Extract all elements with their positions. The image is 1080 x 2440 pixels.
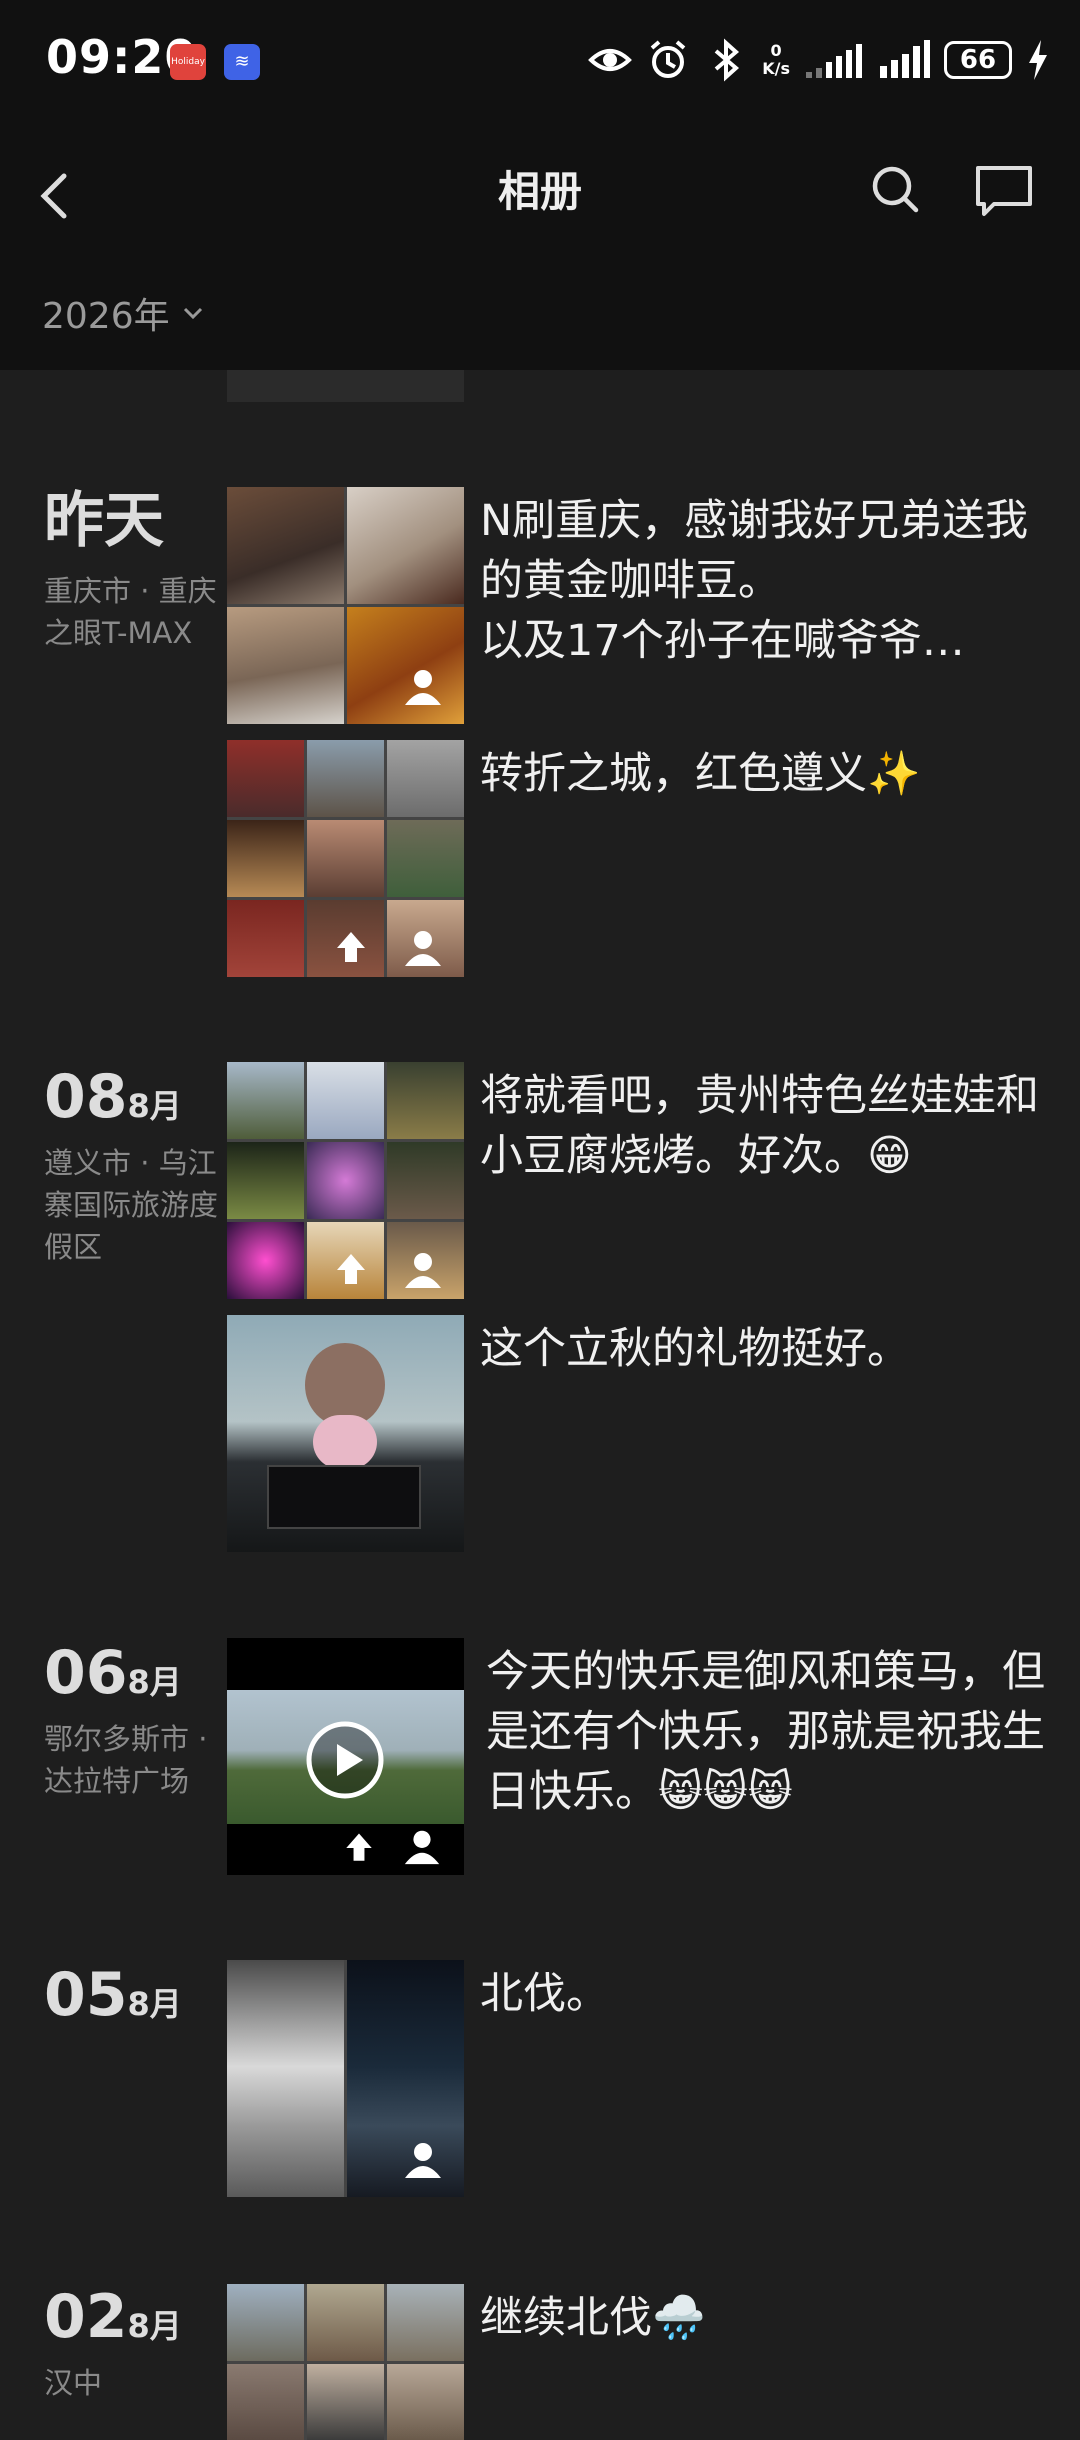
- month-label: 8月: [127, 1663, 182, 1701]
- upload-icon: [337, 932, 365, 962]
- photo-thumb-detail: [313, 1415, 377, 1469]
- photo-thumb: [227, 820, 304, 897]
- post-item[interactable]: 转折之城，红色遵义✨: [227, 740, 1027, 977]
- person-icon: [404, 1830, 440, 1865]
- photo-thumb: [307, 1062, 384, 1139]
- date-group-06: 068月 鄂尔多斯市 · 达拉特广场: [44, 1638, 224, 1802]
- post-cover[interactable]: [227, 2284, 464, 2440]
- date-group-08: 088月 遵义市 · 乌江寨国际旅游度假区: [44, 1062, 224, 1268]
- bluetooth-icon: [714, 38, 740, 82]
- signal-icon-2: [880, 40, 930, 78]
- status-icons: 0 K/s 66: [588, 30, 1050, 90]
- previous-post-thumbnail[interactable]: [227, 370, 464, 402]
- date-group-yesterday: 昨天 重庆市 · 重庆之眼T-MAX: [44, 486, 224, 654]
- eye-icon: [588, 49, 633, 71]
- post-caption: 今天的快乐是御风和策马，但是还有个快乐，那就是祝我生日快乐。😸😸😸: [486, 1647, 1045, 1817]
- year-label: 2026年: [42, 296, 170, 337]
- photo-thumb: [227, 1960, 344, 2197]
- person-icon: [405, 670, 441, 705]
- year-filter-dropdown[interactable]: 2026年: [42, 287, 206, 339]
- photo-grid: [227, 2284, 464, 2440]
- post-caption: 转折之城，红色遵义✨: [480, 749, 921, 799]
- post-item[interactable]: N刷重庆，感谢我好兄弟送我的黄金咖啡豆。 以及17个孙子在喊爷爷…: [227, 487, 1028, 724]
- photo-thumb: [387, 1062, 464, 1139]
- page-title: 相册: [497, 167, 582, 216]
- photo-thumb: [387, 1142, 464, 1219]
- speed-unit: K/s: [762, 59, 790, 78]
- post-item[interactable]: 继续北伐🌧️: [227, 2284, 1027, 2440]
- chevron-down-icon: [183, 307, 202, 320]
- day-label: 05: [44, 1960, 128, 2030]
- upload-icon: [346, 1833, 372, 1861]
- date-group-05: 058月: [44, 1960, 224, 2030]
- person-icon: [405, 931, 441, 966]
- photo-thumb: [227, 487, 344, 604]
- day-label: 昨天: [44, 486, 164, 556]
- holiday-app-icon: Holiday: [170, 44, 206, 80]
- day-label: 06: [44, 1638, 128, 1708]
- photo-thumb: [307, 2284, 384, 2361]
- post-cover[interactable]: [227, 1315, 464, 1552]
- photo-thumb: [227, 900, 304, 977]
- photo-thumb: [227, 2364, 304, 2440]
- post-caption: 北伐。: [480, 1969, 609, 2019]
- person-icon: [405, 2143, 441, 2178]
- month-label: 8月: [127, 1087, 182, 1125]
- post-item[interactable]: 今天的快乐是御风和策马，但是还有个快乐，那就是祝我生日快乐。😸😸😸: [227, 1638, 1045, 1875]
- photo-thumb: [307, 1142, 384, 1219]
- location-label: 汉中: [44, 2366, 103, 2400]
- person-icon: [405, 1253, 441, 1288]
- day-label: 02: [44, 2282, 128, 2352]
- photo-thumb: [227, 1142, 304, 1219]
- month-label: 8月: [127, 1985, 182, 2023]
- video-cover[interactable]: [227, 1638, 464, 1875]
- speed-value: 0: [770, 41, 782, 60]
- photo-thumb: [387, 740, 464, 817]
- post-caption: 这个立秋的礼物挺好。: [480, 1324, 910, 1374]
- post-cover[interactable]: [227, 740, 464, 977]
- status-bar: 09:20 Holiday ≋ 0 K/s 66: [0, 0, 1080, 120]
- date-group-02: 028月 汉中: [44, 2282, 224, 2404]
- voice-app-icon: ≋: [224, 44, 260, 80]
- post-cover[interactable]: [227, 1960, 464, 2197]
- post-caption: N刷重庆，感谢我好兄弟送我的黄金咖啡豆。 以及17个孙子在喊爷爷…: [480, 496, 1029, 666]
- location-label: 遵义市 · 乌江寨国际旅游度假区: [44, 1146, 219, 1264]
- upload-icon: [337, 1254, 365, 1284]
- photo-thumb: [307, 820, 384, 897]
- photo-thumb: [307, 2364, 384, 2440]
- network-speed: 0 K/s: [762, 42, 790, 78]
- location-label: 重庆市 · 重庆之眼T-MAX: [44, 574, 217, 650]
- photo-thumb: [347, 487, 464, 604]
- charging-icon: [1029, 40, 1047, 80]
- album-feed[interactable]: 昨天 重庆市 · 重庆之眼T-MAX N刷重庆，感谢我好兄弟送我的黄金咖啡豆。 …: [0, 370, 1080, 2440]
- photo-thumb: [387, 820, 464, 897]
- location-label: 鄂尔多斯市 · 达拉特广场: [44, 1722, 208, 1798]
- photo-thumb: [227, 1222, 304, 1299]
- post-cover[interactable]: [227, 1062, 464, 1299]
- month-label: 8月: [127, 2307, 182, 2345]
- post-item[interactable]: 这个立秋的礼物挺好。: [227, 1315, 1027, 1552]
- photo-thumb: [227, 607, 344, 724]
- play-icon[interactable]: [305, 1720, 385, 1800]
- photo-thumb: [387, 2284, 464, 2361]
- post-cover[interactable]: [227, 487, 464, 724]
- post-item[interactable]: 将就看吧，贵州特色丝娃娃和小豆腐烧烤。好次。😁: [227, 1062, 1039, 1299]
- signal-icon-1: [806, 44, 862, 78]
- battery-indicator: 66: [944, 41, 1012, 79]
- photo-thumb: [227, 2284, 304, 2361]
- post-caption: 将就看吧，贵州特色丝娃娃和小豆腐烧烤。好次。😁: [480, 1071, 1039, 1181]
- alarm-icon: [650, 40, 686, 78]
- post-item[interactable]: 北伐。: [227, 1960, 1027, 2197]
- photo-thumb: [387, 2364, 464, 2440]
- day-label: 08: [44, 1062, 128, 1132]
- post-caption: 继续北伐🌧️: [480, 2293, 706, 2343]
- photo-thumb: [307, 740, 384, 817]
- photo-thumb: [227, 740, 304, 817]
- photo-thumb-detail: [267, 1465, 421, 1529]
- photo-thumb: [227, 1062, 304, 1139]
